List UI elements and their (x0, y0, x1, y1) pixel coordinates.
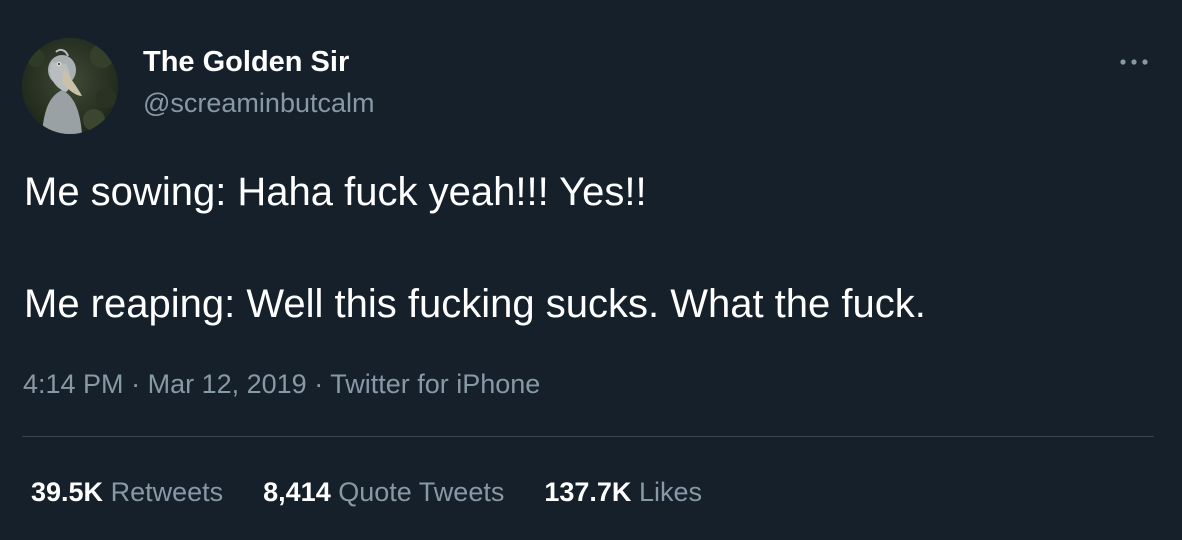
tweet-text-line-1: Me sowing: Haha fuck yeah!!! Yes!! (24, 170, 647, 214)
author-name[interactable]: The Golden Sir (143, 44, 349, 80)
retweets-label: Retweets (110, 477, 224, 507)
author-handle[interactable]: @screaminbutcalm (143, 86, 374, 120)
more-horizontal-icon (1120, 59, 1148, 65)
more-options-button[interactable] (1112, 46, 1156, 78)
tweet-meta: 4:14 PM · Mar 12, 2019 · Twitter for iPh… (23, 366, 540, 402)
tweet-detail: The Golden Sir @screaminbutcalm Me sowin… (0, 0, 1182, 540)
tweet-time-link[interactable]: 4:14 PM (23, 369, 124, 399)
meta-separator: · (131, 369, 141, 399)
retweets-stat[interactable]: 39.5K Retweets (31, 474, 223, 510)
tweet-source-link[interactable]: Twitter for iPhone (330, 369, 540, 399)
tweet-text-line-2: Me reaping: Well this fucking sucks. Wha… (24, 282, 926, 326)
likes-label: Likes (638, 477, 702, 507)
quote-tweets-count: 8,414 (263, 477, 331, 507)
quote-tweets-label: Quote Tweets (338, 477, 505, 507)
meta-separator: · (314, 369, 324, 399)
retweets-count: 39.5K (31, 477, 104, 507)
divider (22, 436, 1154, 437)
tweet-stats: 39.5K Retweets 8,414 Quote Tweets 137.7K… (31, 474, 742, 510)
likes-count: 137.7K (544, 477, 632, 507)
shoebill-avatar-image (22, 38, 118, 134)
quote-tweets-stat[interactable]: 8,414 Quote Tweets (263, 474, 504, 510)
likes-stat[interactable]: 137.7K Likes (544, 474, 702, 510)
author-avatar[interactable] (22, 38, 118, 134)
tweet-date-link[interactable]: Mar 12, 2019 (148, 369, 307, 399)
